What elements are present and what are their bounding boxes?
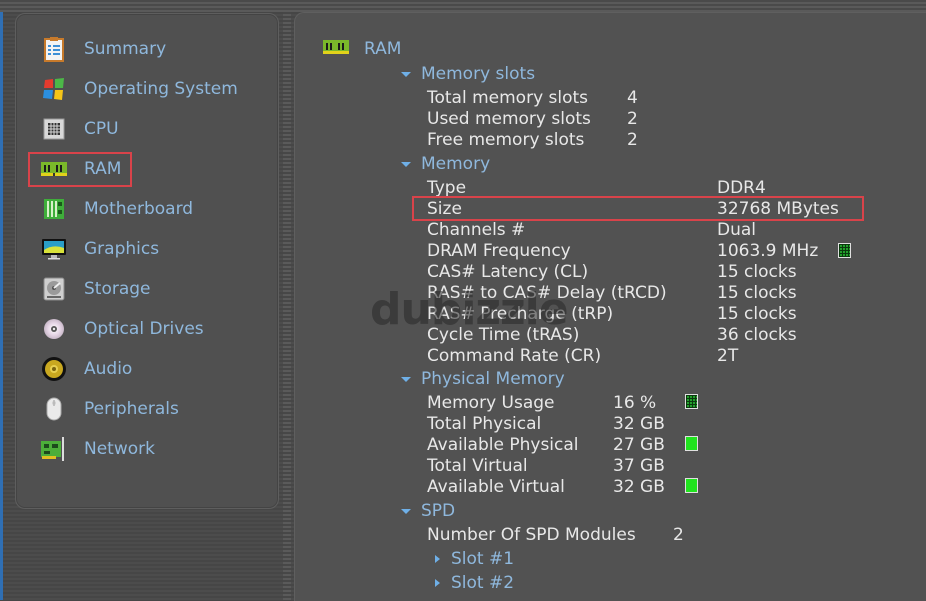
- row-value: 2: [627, 109, 638, 129]
- row-label: Available Physical: [427, 435, 579, 455]
- row-value: 36 clocks: [717, 325, 797, 345]
- available-physical-meter-icon: [685, 436, 698, 451]
- row-value: 15 clocks: [717, 283, 797, 303]
- row-value: 32 GB: [613, 414, 665, 434]
- section-spd[interactable]: SPD: [401, 501, 455, 521]
- row-label: Total memory slots: [427, 88, 589, 108]
- network-card-icon: [40, 435, 68, 463]
- tree-item-label: Slot #2: [451, 573, 515, 593]
- section-header: Memory: [421, 154, 491, 174]
- row-label: Available Virtual: [427, 477, 565, 497]
- page-title: RAM: [322, 39, 401, 59]
- tree-item-slot-2[interactable]: Slot #2: [435, 573, 514, 593]
- section-memory[interactable]: Memory: [401, 154, 490, 174]
- row-value: 1063.9 MHz: [717, 241, 819, 261]
- row-label: DRAM Frequency: [427, 241, 571, 261]
- section-memory-slots[interactable]: Memory slots: [401, 64, 535, 84]
- sidebar-item-optical-drives[interactable]: Optical Drives: [40, 313, 204, 345]
- sidebar-item-cpu[interactable]: CPU: [40, 113, 119, 145]
- frequency-meter-icon: [838, 243, 851, 258]
- sidebar-item-label: Graphics: [84, 239, 160, 259]
- monitor-icon: [40, 235, 68, 263]
- main-panel: RAM Memory slots Total memory slots 4 Us…: [294, 12, 926, 601]
- available-virtual-meter-icon: [685, 478, 698, 493]
- row-label: Free memory slots: [427, 130, 585, 150]
- section-header: Memory slots: [421, 64, 536, 84]
- sidebar-item-graphics[interactable]: Graphics: [40, 233, 159, 265]
- sidebar-item-operating-system[interactable]: Operating System: [40, 73, 238, 105]
- row-label: Number Of SPD Modules: [427, 525, 636, 545]
- motherboard-icon: [40, 195, 68, 223]
- usage-meter-icon: [685, 394, 698, 409]
- expand-arrow-icon[interactable]: [401, 508, 411, 514]
- row-label: Command Rate (CR): [427, 346, 602, 366]
- sidebar-item-motherboard[interactable]: Motherboard: [40, 193, 193, 225]
- collapsed-arrow-icon[interactable]: [435, 555, 440, 563]
- page-title-text: RAM: [364, 39, 402, 59]
- row-value: 16 %: [613, 393, 657, 413]
- sidebar-item-label: Network: [84, 439, 155, 459]
- sidebar-item-label: Summary: [84, 39, 167, 59]
- tree-item-label: Slot #1: [451, 549, 515, 569]
- expand-arrow-icon[interactable]: [401, 161, 411, 167]
- sidebar-item-label: Operating System: [84, 79, 238, 99]
- cpu-chip-icon: [40, 115, 68, 143]
- row-value: 4: [627, 88, 638, 108]
- row-value: 2T: [717, 346, 739, 366]
- row-label: Memory Usage: [427, 393, 555, 413]
- sidebar-item-label: Peripherals: [84, 399, 179, 419]
- ram-module-icon: [322, 39, 350, 59]
- row-value: 15 clocks: [717, 262, 797, 282]
- section-physical-memory[interactable]: Physical Memory: [401, 369, 565, 389]
- collapsed-arrow-icon[interactable]: [435, 579, 440, 587]
- row-value: 2: [627, 130, 638, 150]
- sidebar-item-label: CPU: [84, 119, 119, 139]
- sidebar-item-label: Storage: [84, 279, 151, 299]
- sidebar-item-audio[interactable]: Audio: [40, 353, 132, 385]
- sidebar-item-label: Optical Drives: [84, 319, 204, 339]
- optical-disc-icon: [40, 315, 68, 343]
- row-label: Channels #: [427, 220, 526, 240]
- window-edge: [0, 0, 3, 600]
- size-highlight-box: [412, 196, 864, 221]
- sidebar-item-network[interactable]: Network: [40, 433, 155, 465]
- row-value: 32 GB: [613, 477, 665, 497]
- expand-arrow-icon[interactable]: [401, 376, 411, 382]
- selection-highlight: [28, 152, 132, 187]
- row-label: Used memory slots: [427, 109, 591, 129]
- mouse-icon: [40, 395, 68, 423]
- sidebar-item-label: Audio: [84, 359, 133, 379]
- row-label: CAS# Latency (CL): [427, 262, 589, 282]
- panel-divider[interactable]: [283, 12, 291, 600]
- row-value: 2: [673, 525, 684, 545]
- row-label: Cycle Time (tRAS): [427, 325, 580, 345]
- hard-drive-icon: [40, 275, 68, 303]
- row-label: RAS# Precharge (tRP): [427, 304, 614, 324]
- row-value: Dual: [717, 220, 757, 240]
- row-value: 27 GB: [613, 435, 665, 455]
- top-border: [0, 0, 926, 12]
- row-label: Total Virtual: [427, 456, 528, 476]
- sidebar-item-label: Motherboard: [84, 199, 194, 219]
- sidebar-item-storage[interactable]: Storage: [40, 273, 151, 305]
- sidebar-item-summary[interactable]: Summary: [40, 33, 166, 65]
- row-value: 37 GB: [613, 456, 665, 476]
- tree-item-slot-1[interactable]: Slot #1: [435, 549, 514, 569]
- sidebar-item-peripherals[interactable]: Peripherals: [40, 393, 179, 425]
- windows-logo-icon: [40, 75, 68, 103]
- section-header: SPD: [421, 501, 456, 521]
- row-label: RAS# to CAS# Delay (tRCD): [427, 283, 667, 303]
- expand-arrow-icon[interactable]: [401, 71, 411, 77]
- row-label: Total Physical: [427, 414, 542, 434]
- row-value: 15 clocks: [717, 304, 797, 324]
- section-header: Physical Memory: [421, 369, 565, 389]
- clipboard-icon: [40, 35, 68, 63]
- sidebar: Summary Operating System CPU RAM Motherb…: [15, 13, 279, 509]
- speaker-icon: [40, 355, 68, 383]
